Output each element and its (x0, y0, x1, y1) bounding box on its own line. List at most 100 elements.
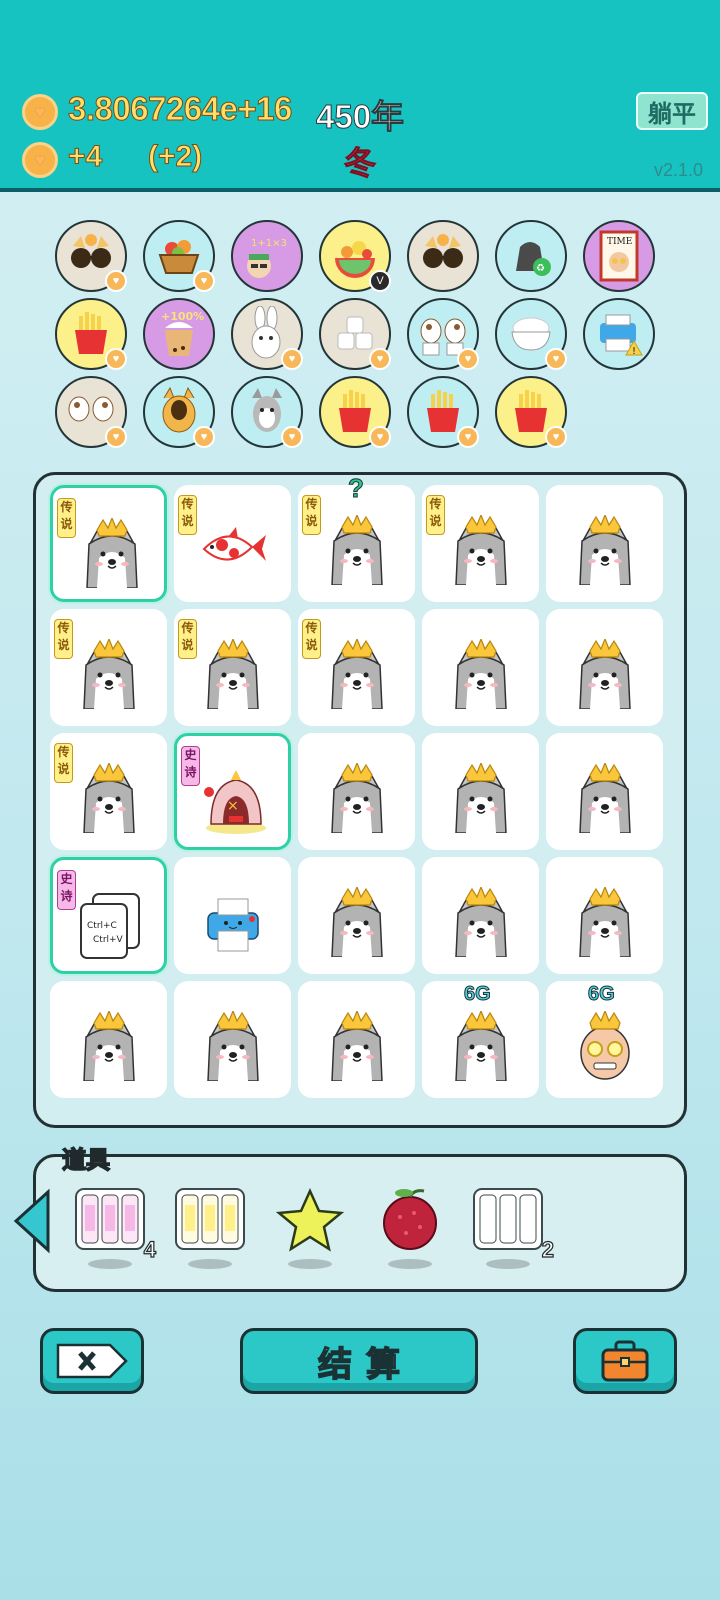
board-tile-bald-man[interactable]: 6G (546, 981, 663, 1098)
fries-icon[interactable]: ♥ (319, 376, 391, 448)
husky-icon (83, 763, 135, 833)
legend-tag: 传说 (178, 495, 197, 535)
year-counter: 450年 (315, 98, 405, 136)
fries-icon[interactable]: ♥ (407, 376, 479, 448)
legend-card-pack[interactable] (174, 1187, 246, 1269)
board-tile-husky[interactable]: 6G (422, 981, 539, 1098)
board-tile-husky[interactable]: 传说 (174, 609, 291, 726)
income-bonus: (+2) (147, 140, 203, 174)
board-tile-husky[interactable] (546, 609, 663, 726)
fries-icon[interactable]: ♥ (495, 376, 567, 448)
briefcase-icon (601, 1340, 649, 1382)
item-shadow (88, 1259, 132, 1269)
printer-warning-icon[interactable]: ! (583, 298, 655, 370)
svg-text:Ctrl+C: Ctrl+C (87, 921, 117, 931)
milk-tea-icon[interactable]: +100% (143, 298, 215, 370)
svg-text:×: × (227, 798, 239, 814)
time-magazine-icon[interactable]: TIME (583, 220, 655, 292)
close-button[interactable] (40, 1328, 144, 1394)
cat-icon[interactable]: ♥ (143, 376, 215, 448)
star-item[interactable] (274, 1187, 346, 1269)
briefcase-button[interactable] (573, 1328, 677, 1394)
svg-text:TIME: TIME (607, 237, 632, 247)
board-tile-husky[interactable] (546, 485, 663, 602)
items-tray: 4 2 (33, 1154, 687, 1292)
board-tile-husky[interactable]: 传说 (50, 485, 167, 602)
game-board: 传说 传说 传说? 传说 传说 传说 传说 传说 × 史诗 Ctrl+C Ctrl+V 史诗 6G 6G (33, 472, 687, 1128)
board-tile-husky[interactable]: 传说 (50, 609, 167, 726)
board-tile-husky[interactable] (298, 733, 415, 850)
cows-icon[interactable]: ♥ (407, 298, 479, 370)
husky-icon (455, 887, 507, 957)
legend-tag: 传说 (57, 498, 76, 538)
husky-icon (331, 639, 383, 709)
board-tile-printer[interactable] (174, 857, 291, 974)
sunglasses-dog-icon[interactable] (407, 220, 479, 292)
legend-tag: 传说 (426, 495, 445, 535)
bald-man-icon (580, 1011, 630, 1080)
empty-card-pack[interactable]: 2 (472, 1187, 555, 1269)
settle-label: 结算 (317, 1345, 414, 1385)
settle-button[interactable]: 结算 (240, 1328, 478, 1394)
coin-total: 3.8067264e+16 (68, 90, 293, 128)
husky-icon (331, 763, 383, 833)
svg-text:Ctrl+V: Ctrl+V (93, 935, 124, 945)
fruit-basket-icon[interactable]: ♥ (143, 220, 215, 292)
bayberry-item[interactable] (374, 1187, 446, 1269)
board-tile-husky[interactable]: 传说 (50, 733, 167, 850)
math-guy-icon[interactable]: 1+1×3 (231, 220, 303, 292)
board-tile-koi[interactable]: 传说 (174, 485, 291, 602)
top-bar: ♥ 3.8067264e+16 450年 ♥ +4 (+2) 冬 躺平 v2.1… (0, 0, 720, 192)
husky-icon (579, 515, 631, 585)
temple-icon: × (204, 770, 266, 834)
board-tile-husky[interactable] (422, 609, 539, 726)
board-tile-husky[interactable] (422, 733, 539, 850)
board-tile-husky[interactable]: 传说 (422, 485, 539, 602)
husky-icon (579, 763, 631, 833)
six-g-badge: 6G (588, 983, 616, 1006)
epic-tag: 史诗 (181, 746, 200, 786)
fruit-bowl-icon[interactable]: V (319, 220, 391, 292)
husky-icon (455, 515, 507, 585)
sugar-cubes-icon[interactable]: ♥ (319, 298, 391, 370)
svg-text:!: ! (632, 346, 636, 357)
sunglasses-dog-icon[interactable]: ♥ (55, 220, 127, 292)
board-tile-husky[interactable] (50, 981, 167, 1098)
season-label: 冬 (343, 145, 377, 182)
board-tile-husky[interactable] (298, 857, 415, 974)
epic-card-pack[interactable]: 4 (74, 1187, 157, 1269)
empty-card-count: 2 (541, 1236, 554, 1262)
legend-tag: 传说 (302, 495, 321, 535)
coin-icon: ♥ (22, 94, 58, 130)
board-tile-husky[interactable] (546, 733, 663, 850)
rice-bowl-icon[interactable]: ♥ (495, 298, 567, 370)
cows-icon[interactable]: ♥ (55, 376, 127, 448)
husky-icon (207, 639, 259, 709)
husky-icon (83, 1011, 135, 1081)
board-tile-husky[interactable]: 传说 (298, 609, 415, 726)
legend-tag: 传说 (54, 743, 73, 783)
epic-card-count: 4 (143, 1236, 156, 1262)
board-tile-husky[interactable] (546, 857, 663, 974)
board-tile-temple[interactable]: × 史诗 (174, 733, 291, 850)
board-tile-husky[interactable]: 传说? (298, 473, 415, 602)
board-tile-husky[interactable] (422, 857, 539, 974)
board-tile-husky[interactable] (298, 981, 415, 1098)
items-label: 道具 (61, 1146, 111, 1175)
husky-icon (579, 639, 631, 709)
svg-text:♻: ♻ (536, 263, 545, 274)
recycle-bag-icon[interactable]: ♻ (495, 220, 567, 292)
fries-icon[interactable]: ♥ (55, 298, 127, 370)
board-tile-copy-paste[interactable]: Ctrl+C Ctrl+V 史诗 (50, 857, 167, 974)
scroll-left-arrow-icon[interactable] (12, 1188, 52, 1254)
svg-text:1+1×3: 1+1×3 (251, 238, 287, 249)
printer-icon (207, 898, 259, 952)
svg-text:+100%: +100% (161, 310, 204, 323)
income-value: +4 (67, 140, 103, 174)
bunny-icon[interactable]: ♥ (231, 298, 303, 370)
income-coin-icon: ♥ (22, 142, 58, 178)
board-tile-husky[interactable] (174, 981, 291, 1098)
husky-small-icon[interactable]: ♥ (231, 376, 303, 448)
lay-flat-button[interactable]: 躺平 (636, 92, 708, 130)
husky-icon (455, 763, 507, 833)
